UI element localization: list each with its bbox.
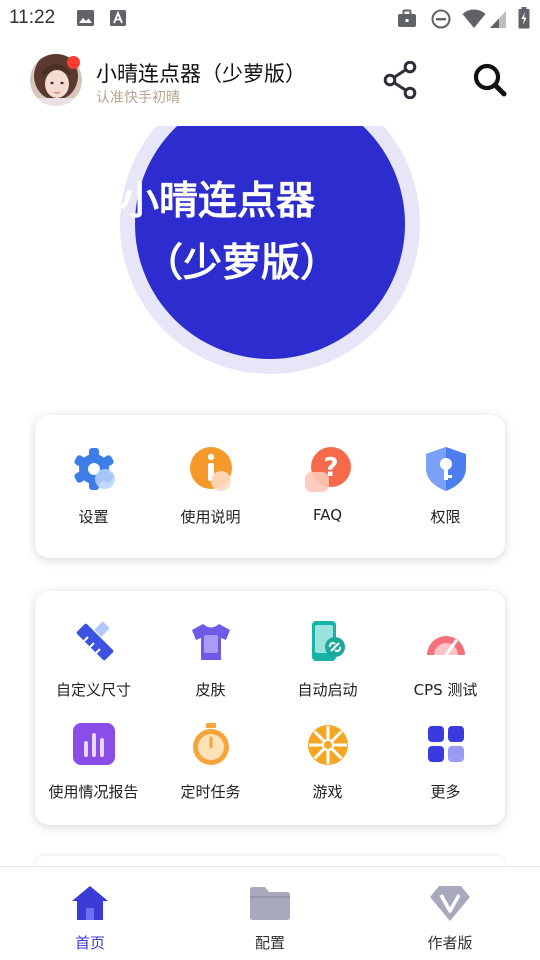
- hero-subtitle: （少萝版）: [144, 241, 340, 286]
- battery-charging-icon: [518, 7, 530, 29]
- faq-button[interactable]: ? FAQ: [269, 446, 386, 536]
- bar-chart-icon: [73, 723, 115, 765]
- hero-banner: 小晴连点器 （少萝版）: [0, 126, 540, 382]
- signal-icon: [490, 11, 506, 28]
- speedometer-icon: [427, 636, 465, 657]
- notification-dot: [67, 56, 80, 69]
- instructions-button[interactable]: 使用说明: [152, 446, 269, 536]
- info-icon: [190, 447, 232, 491]
- stopwatch-icon: [193, 723, 229, 765]
- nav-home-label: 首页: [74, 934, 105, 952]
- gear-icon: [74, 448, 115, 490]
- bottom-navigation: 首页 配置 作者版: [0, 866, 540, 960]
- permissions-button[interactable]: 权限: [387, 446, 504, 536]
- usage-report-button[interactable]: 使用情况报告: [35, 721, 152, 811]
- wifi-icon: [462, 9, 486, 28]
- games-label: 游戏: [312, 783, 343, 801]
- auto-start-label: 自动启动: [297, 681, 358, 699]
- home-icon: [72, 886, 108, 920]
- app-header: 小晴连点器（少萝版） 认准快手初晴: [0, 44, 540, 116]
- app-subtitle: 认准快手初晴: [96, 90, 180, 106]
- do-not-disturb-icon: [431, 9, 451, 29]
- permissions-label: 权限: [430, 508, 461, 526]
- custom-size-button[interactable]: 自定义尺寸: [35, 619, 152, 709]
- cps-test-button[interactable]: CPS 测试: [387, 619, 504, 709]
- image-icon: [77, 10, 94, 26]
- faq-label: FAQ: [312, 506, 343, 524]
- nav-author[interactable]: 作者版: [360, 867, 540, 960]
- auto-start-button[interactable]: 自动启动: [269, 619, 386, 709]
- status-bar: 11:22: [0, 0, 540, 36]
- scheduled-task-button[interactable]: 定时任务: [152, 721, 269, 811]
- text-icon: [110, 10, 126, 26]
- search-icon: [473, 63, 507, 97]
- nav-author-label: 作者版: [427, 934, 473, 952]
- nav-home[interactable]: 首页: [0, 867, 180, 960]
- question-icon: ?: [305, 447, 351, 492]
- nav-config-label: 配置: [254, 934, 285, 952]
- wheel-icon: [308, 725, 348, 765]
- ruler-pencil-icon: [76, 621, 114, 661]
- share-icon: [383, 61, 417, 99]
- games-button[interactable]: 游戏: [269, 721, 386, 811]
- tshirt-icon: [192, 624, 230, 660]
- nav-config[interactable]: 配置: [180, 867, 360, 960]
- hero-title: 小晴连点器: [120, 179, 316, 224]
- quick-actions-card: 设置 使用说明 ? FAQ 权限: [35, 415, 505, 558]
- diamond-v-icon: [430, 886, 470, 921]
- app-title: 小晴连点器（少萝版）: [96, 62, 306, 86]
- share-button[interactable]: [378, 58, 422, 102]
- grid-more-icon: [428, 726, 464, 762]
- cps-test-label: CPS 测试: [413, 681, 478, 699]
- phone-link-icon: [312, 621, 345, 661]
- settings-button[interactable]: 设置: [35, 446, 152, 536]
- more-button[interactable]: 更多: [387, 721, 504, 811]
- skin-button[interactable]: 皮肤: [152, 619, 269, 709]
- search-button[interactable]: [468, 58, 512, 102]
- features-card: 自定义尺寸 皮肤 自动启动 CPS 测试 使用情况报告 定时任务 游戏 更多: [35, 591, 505, 825]
- folder-icon: [250, 887, 290, 920]
- status-time: 11:22: [9, 7, 56, 28]
- shield-key-icon: [426, 447, 466, 491]
- briefcase-icon: [398, 9, 416, 27]
- more-label: 更多: [430, 783, 461, 801]
